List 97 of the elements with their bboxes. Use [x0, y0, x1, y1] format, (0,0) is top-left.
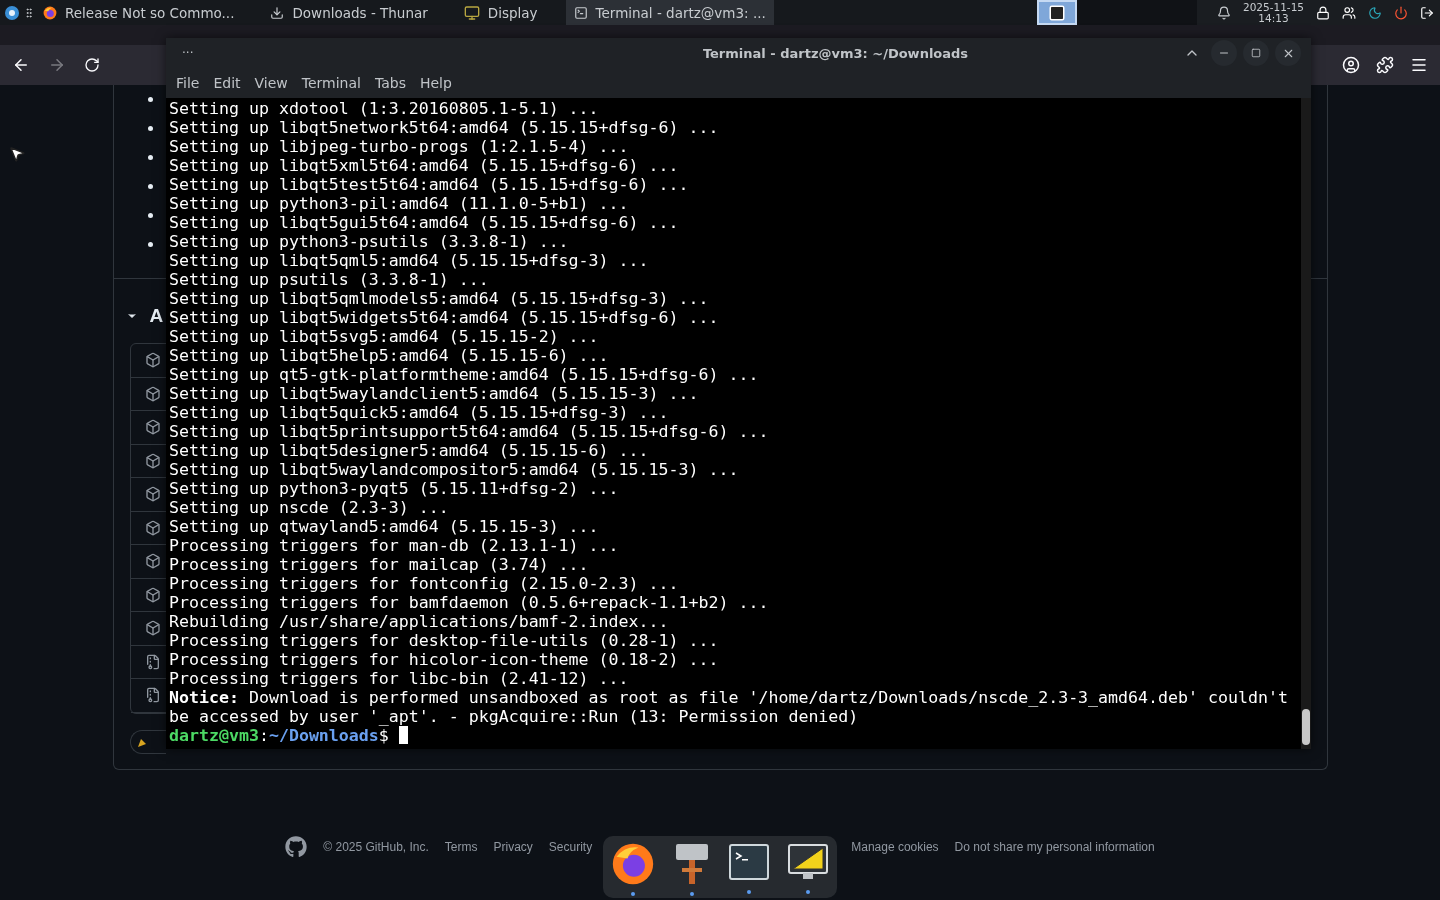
menu-item[interactable]: Tabs — [374, 75, 406, 91]
close-button[interactable] — [1275, 40, 1301, 66]
text-cursor — [398, 726, 408, 744]
prompt-separator: : — [258, 726, 269, 745]
output-line: Rebuilding /usr/share/applications/bamf-2.index... — [169, 612, 670, 631]
output-line: Setting up libqt5designer5:amd64 (5.15.15-6) ... — [169, 441, 650, 460]
output-line: Setting up libqt5xml5t64:amd64 (5.15.15+dfsg-6) ... — [169, 156, 680, 175]
bell-icon[interactable] — [1216, 5, 1231, 20]
moon-icon[interactable] — [1368, 5, 1382, 20]
distro-logo-icon[interactable] — [5, 5, 19, 20]
maximize-icon — [1251, 48, 1261, 58]
package-icon — [144, 385, 161, 402]
package-icon — [144, 352, 161, 369]
output-line: Setting up python3-pil:amd64 (11.1.0-5+b1) ... — [169, 194, 630, 213]
menu-item[interactable]: File — [176, 75, 200, 91]
scrollbar-thumb[interactable] — [1302, 709, 1310, 745]
output-line: Setting up libqt5widgets5t64:amd64 (5.15.15+dfsg-6) ... — [169, 308, 720, 327]
output-line: Setting up xdotool (1:3.20160805.1-5.1) ... — [169, 99, 600, 118]
grip-icon[interactable] — [23, 6, 35, 19]
footer-link[interactable]: Manage cookies — [851, 840, 939, 854]
output-line: Setting up python3-psutils (3.3.8-1) ... — [169, 232, 570, 251]
output-line: Setting up libqt5printsupport5t64:amd64 (5.15.15+dfsg-6) ... — [169, 422, 770, 441]
workspace-cell[interactable] — [1036, 0, 1077, 25]
package-icon — [144, 586, 161, 603]
output-line: Notice: Download is performed unsandboxed as root as file '/home/dartz/Downloads/nscde_2.3-3_amd64.deb' couldn't be accessed by user '_apt'. - pkgAcquire::Run (13: Permission denied) — [169, 688, 1289, 726]
output-line: Processing triggers for man-db (2.13.1-1) ... — [169, 536, 620, 555]
output-line: Setting up libqt5help5:amd64 (5.15.15-6) ... — [169, 346, 610, 365]
mouse-pointer-icon — [8, 145, 26, 163]
footer-link[interactable]: Security — [548, 840, 593, 854]
output-line: Processing triggers for hicolor-icon-theme (0.18-2) ... — [169, 650, 720, 669]
account-button[interactable] — [1342, 56, 1360, 74]
output-line: Setting up nscde (2.3-3) ... — [169, 498, 450, 517]
output-line: Setting up qt5-gtk-platformtheme:amd64 (5.15.15+dfsg-6) ... — [169, 365, 760, 384]
output-line: Setting up python3-pyqt5 (5.15.11+dfsg-2) ... — [169, 479, 620, 498]
extensions-button[interactable] — [1376, 56, 1394, 74]
bullet-icon — [147, 155, 153, 160]
footer-link[interactable]: Do not share my personal information — [954, 840, 1155, 854]
bullet-icon — [147, 242, 153, 247]
prompt-path: ~/Downloads — [268, 726, 379, 745]
more-button[interactable]: ··· — [182, 46, 202, 60]
github-logo-icon[interactable] — [285, 836, 308, 858]
output-line: Processing triggers for mailcap (3.74) ... — [169, 555, 590, 574]
lock-icon[interactable] — [1316, 5, 1330, 20]
menu-item[interactable]: Terminal — [301, 75, 361, 91]
output-line: Setting up qtwayland5:amd64 (5.15.15-3) ... — [169, 517, 600, 536]
output-line: Setting up libqt5waylandcompositor5:amd64 (5.15.15-3) ... — [169, 460, 740, 479]
bullet-icon — [147, 97, 153, 102]
menu-item[interactable]: View — [254, 75, 288, 91]
package-icon — [144, 519, 161, 536]
back-button[interactable] — [12, 56, 30, 74]
download-icon — [270, 5, 285, 20]
bullet-icon — [147, 213, 153, 218]
workspace-cell[interactable] — [1076, 0, 1117, 25]
prompt-symbol: $ — [378, 726, 389, 745]
output-line: Setting up libqt5network5t64:amd64 (5.15.15+dfsg-6) ... — [169, 118, 720, 137]
package-icon — [144, 553, 161, 570]
bullet-icon — [147, 126, 153, 131]
file-zip-icon — [144, 653, 161, 670]
output-line: Setting up libqt5quick5:amd64 (5.15.15+dfsg-3) ... — [169, 403, 670, 422]
copyright-text: © 2025 GitHub, Inc. — [323, 840, 429, 854]
logout-icon[interactable] — [1420, 5, 1434, 20]
minimize-button[interactable] — [1211, 40, 1237, 66]
output-line: Setting up libqt5svg5:amd64 (5.15.15-2) ... — [169, 327, 600, 346]
users-icon[interactable] — [1342, 5, 1356, 20]
menu-button[interactable] — [1410, 56, 1428, 74]
output-line: Processing triggers for bamfdaemon (0.5.6+repack-1.1+b2) ... — [169, 593, 770, 612]
taskbar-button[interactable]: Display — [455, 0, 546, 25]
menu-item[interactable]: Edit — [213, 75, 241, 91]
monitor-icon — [463, 4, 480, 21]
output-line: Processing triggers for libc-bin (2.41-12) ... — [169, 669, 630, 688]
file-zip-icon — [144, 687, 161, 704]
taskbar-button[interactable]: Release Not so Commo... — [35, 0, 243, 25]
bullet-icon — [147, 184, 153, 189]
output-line: Setting up libqt5qmlmodels5:amd64 (5.15.15+dfsg-3) ... — [169, 289, 710, 308]
output-line: Setting up psutils (3.3.8-1) ... — [169, 270, 490, 289]
package-icon — [144, 486, 161, 503]
output-line: Setting up libqt5qml5:amd64 (5.15.15+dfsg-3) ... — [169, 251, 650, 270]
output-line: Setting up libqt5gui5t64:amd64 (5.15.15+dfsg-6) ... — [169, 213, 680, 232]
menu-item[interactable]: Help — [419, 75, 452, 91]
power-icon[interactable] — [1394, 5, 1408, 20]
package-icon — [144, 419, 161, 436]
output-line: Setting up libqt5waylandclient5:amd64 (5.15.15-3) ... — [169, 384, 700, 403]
output-line: Setting up libqt5test5t64:amd64 (5.15.15+dfsg-6) ... — [169, 175, 690, 194]
output-line: Processing triggers for fontconfig (2.15.0-2.3) ... — [169, 574, 680, 593]
output-line: Processing triggers for desktop-file-utils (0.28-1) ... — [169, 631, 720, 650]
footer-link[interactable]: Privacy — [493, 840, 533, 854]
output-line: Setting up libjpeg-turbo-progs (1:2.1.5-4) ... — [169, 137, 630, 156]
package-icon — [144, 452, 161, 469]
reload-button[interactable] — [84, 57, 100, 73]
section-heading: A — [149, 305, 164, 327]
footer-link[interactable]: Terms — [444, 840, 478, 854]
package-icon — [144, 620, 161, 637]
window-title: Terminal - dartz@vm3: ~/Downloads — [701, 45, 970, 61]
prompt-user: dartz@vm3 — [169, 726, 259, 745]
taskbar-button[interactable]: Downloads - Thunar — [262, 0, 436, 25]
taskbar-button[interactable]: Terminal - dartz@vm3: ... — [565, 0, 774, 25]
maximize-button[interactable] — [1243, 40, 1269, 66]
